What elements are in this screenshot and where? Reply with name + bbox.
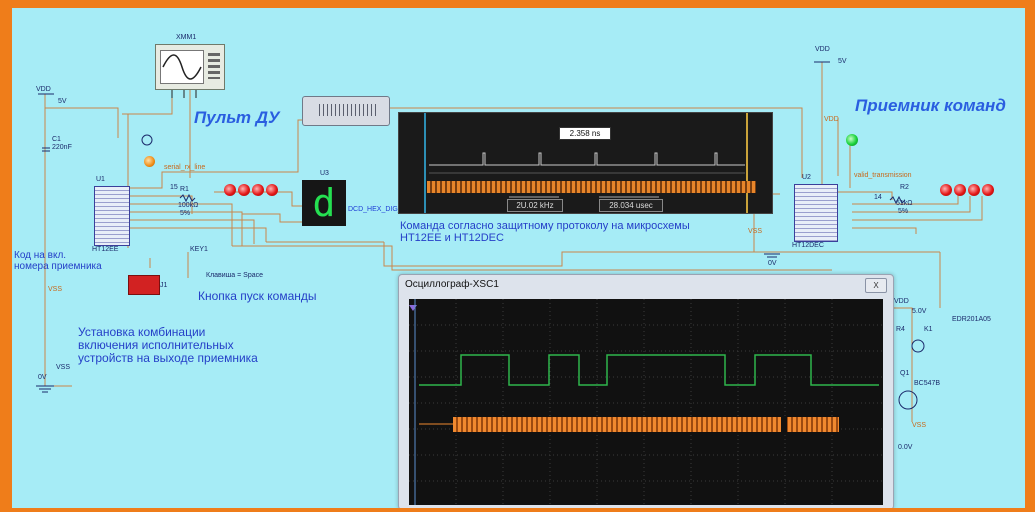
- r4-label: R4: [896, 326, 905, 333]
- v5-right-label: 5V: [838, 58, 847, 65]
- c1-label: C1: [52, 136, 61, 143]
- wire-encoder-out: [130, 171, 202, 189]
- vss-relay-label: VSS: [912, 422, 927, 429]
- wire-lamps-right-3: [852, 196, 983, 221]
- schematic-canvas: XMM1 Пульт ДУ Приемник команд VDD 5V C1 …: [12, 8, 1025, 508]
- wire-display-b: [242, 213, 302, 223]
- transistor-q1-symbol: [898, 390, 918, 410]
- encoder-chip[interactable]: [94, 186, 130, 246]
- instrument-screen: [160, 50, 204, 84]
- r2-label: R2: [900, 184, 909, 191]
- cursor-time-readout: 2.358 ns: [559, 127, 611, 140]
- serial-net-label: serial_rx_line: [164, 164, 206, 171]
- probe-terminal-left: [141, 134, 153, 146]
- output-lamp-1: [224, 184, 236, 196]
- sine-wave-icon: [162, 54, 202, 80]
- wire-lamps-right-4: [852, 227, 917, 234]
- r2-value-label: 51kΩ: [896, 200, 913, 207]
- trigger-marker-icon: [409, 305, 417, 311]
- receiver-lamp-3: [968, 184, 980, 196]
- wire-bus-2: [391, 256, 832, 271]
- vss-right-label: VSS: [748, 228, 763, 235]
- frequency-readout: 2U.02 kHz: [507, 199, 563, 212]
- v0-right-label: 0V: [768, 260, 777, 267]
- oscilloscope-title: Осциллограф-XSC1: [405, 279, 499, 290]
- vdd-right-label: VDD: [815, 46, 830, 53]
- decoder-chip[interactable]: [794, 184, 838, 242]
- wire-green-led: [848, 143, 851, 188]
- code-note-line-1: Код на вкл.: [14, 250, 67, 261]
- receiver-lamp-4: [982, 184, 994, 196]
- v0-left-label: 0V: [38, 374, 47, 381]
- r2-pin-label: 14: [874, 194, 882, 201]
- key-label: KEY1: [190, 246, 208, 253]
- oscilloscope-screen: [409, 299, 883, 505]
- close-button[interactable]: X: [865, 278, 887, 293]
- encoder-ref-label: U1: [96, 176, 105, 183]
- switch-ref-label: J1: [160, 282, 168, 289]
- vdd-left-label: VDD: [36, 86, 51, 93]
- dip-switch[interactable]: [128, 275, 160, 295]
- function-generator-instrument[interactable]: [155, 44, 225, 90]
- indicator-led-orange: [144, 156, 155, 167]
- protocol-note-line-1: Команда согласно защитному протоколу на …: [400, 220, 690, 232]
- oscilloscope-grid: [409, 299, 883, 505]
- wire-bus-1: [383, 242, 940, 267]
- receiver-lamp-2: [954, 184, 966, 196]
- c1-value-label: 220nF: [52, 144, 72, 151]
- wire-lamps-2: [130, 211, 243, 246]
- protocol-note: Команда согласно защитному протоколу на …: [400, 220, 690, 244]
- receiver-lamp-1: [940, 184, 952, 196]
- remote-title: Пульт ДУ: [194, 108, 280, 127]
- k1-label: K1: [924, 326, 933, 333]
- seven-segment-display: d: [302, 180, 346, 226]
- display-ref-label: U3: [320, 170, 329, 177]
- time-diff-readout: 28.034 usec: [599, 199, 663, 212]
- relay-k1-symbol: [911, 339, 925, 353]
- valid-net-label: valid_transmission: [854, 172, 912, 179]
- output-lamp-3: [252, 184, 264, 196]
- valid-led-green: [846, 134, 858, 146]
- wire-lamps-3: [130, 219, 255, 244]
- channel-a-trace: [419, 354, 879, 386]
- encoded-signal-trace: [427, 181, 756, 193]
- vss-mid-label: VSS: [56, 364, 71, 371]
- combination-note: Установка комбинации включения исполните…: [78, 325, 258, 366]
- relay-part-label: EDR201A05: [952, 316, 991, 323]
- vdd-relay-label: VDD: [894, 298, 909, 305]
- wire-vdd-top: [45, 107, 119, 138]
- v0-relay-label: 0.0V: [898, 444, 913, 451]
- channel-b-gap: [781, 417, 787, 432]
- q1-label: Q1: [900, 370, 910, 377]
- output-lamp-2: [238, 184, 250, 196]
- r2-tolerance-label: 5%: [898, 208, 909, 215]
- wire-bottom-1: [232, 245, 393, 256]
- r1-label: R1: [180, 186, 189, 193]
- v5-left-label: 5V: [58, 98, 67, 105]
- output-lamp-4: [266, 184, 278, 196]
- logic-analyzer-probe[interactable]: [302, 96, 390, 126]
- protocol-note-line-2: HT12EE и HT12DEC: [400, 232, 504, 245]
- q1-part-label: BC547B: [914, 380, 941, 387]
- code-note-line-2: номера приемника: [14, 261, 102, 272]
- r1-value-label: 100kΩ: [178, 202, 199, 209]
- wire-lamps-4: [130, 227, 267, 242]
- code-note: Код на вкл. номера приемника: [14, 250, 102, 272]
- instrument-ref-label: XMM1: [176, 34, 197, 41]
- decoder-part-label: HT12DEC: [792, 242, 824, 249]
- wire-r2: [838, 191, 893, 200]
- instrument-controls: [208, 53, 220, 79]
- combination-note-line-3: устройств на выходе приемника: [78, 351, 258, 366]
- oscilloscope-window[interactable]: Осциллограф-XSC1 X: [398, 274, 894, 508]
- vdd-mid-label: VDD: [824, 116, 839, 123]
- logic-analyzer-display: 2.358 ns 2U.02 kHz 28.034 usec: [398, 112, 773, 214]
- button-note: Кнопка пуск команды: [198, 289, 317, 303]
- decoder-ref-label: U2: [802, 174, 811, 181]
- r1-tolerance-label: 5%: [180, 210, 191, 217]
- vss-left-label: VSS: [48, 286, 63, 293]
- receiver-title: Приемник команд: [855, 96, 1006, 115]
- key-hint-label: Клавиша = Space: [206, 272, 264, 279]
- r1-pin-label: 15: [170, 184, 178, 191]
- v5-relay-label: 5.0V: [912, 308, 927, 315]
